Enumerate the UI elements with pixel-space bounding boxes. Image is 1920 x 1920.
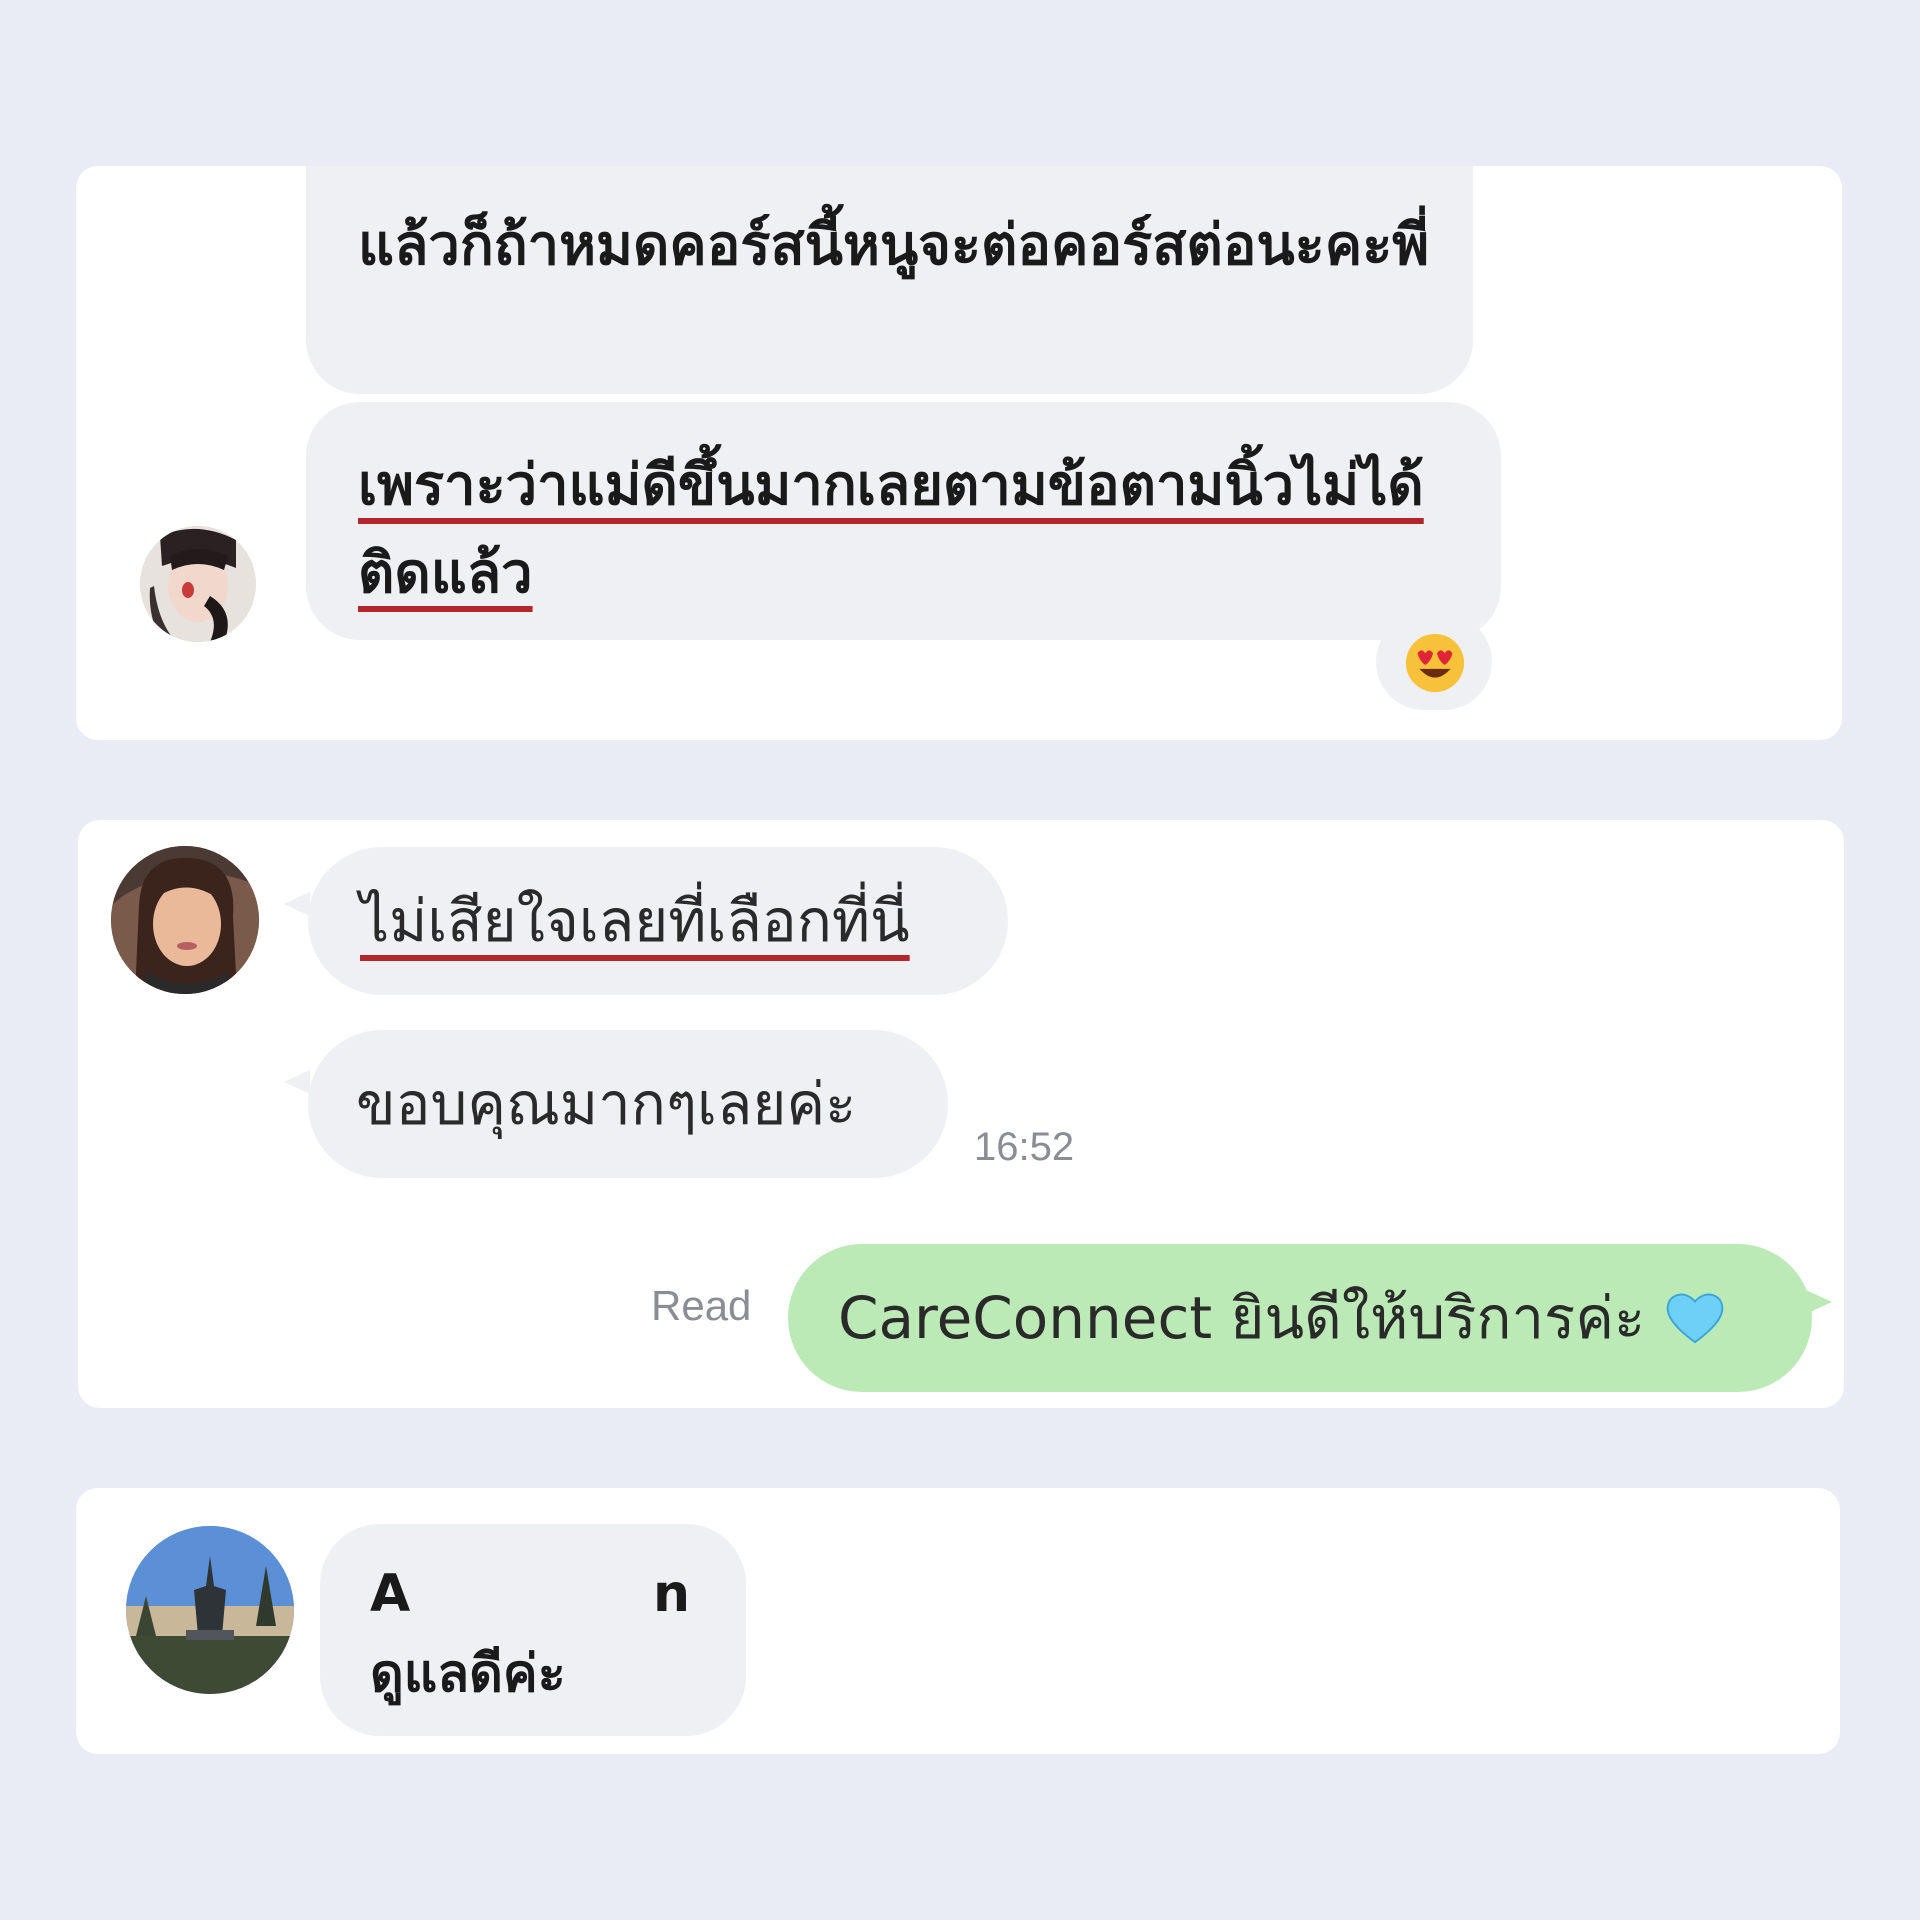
fountain-landscape-icon bbox=[126, 1526, 294, 1694]
message-bubble[interactable]: A n ดูแลดีค่ะ bbox=[320, 1524, 746, 1736]
reply-bubble[interactable]: CareConnect ยินดีให้บริการค่ะ bbox=[788, 1244, 1812, 1392]
sender-avatar[interactable] bbox=[111, 846, 259, 994]
reaction-badge[interactable] bbox=[1376, 614, 1492, 710]
bubble-tail bbox=[284, 1070, 310, 1094]
message-bubble-highlighted[interactable]: ไม่เสียใจเลยที่เลือกที่นี่ bbox=[308, 847, 1008, 995]
message-timestamp: 16:52 bbox=[974, 1125, 1075, 1169]
highlighted-message-text: เพราะว่าแม่ดีขึ้นมากเลยตามข้อตามนิ้วไม่ไ… bbox=[358, 453, 1424, 606]
message-bubble[interactable]: ขอบคุณมากๆเลยค่ะ bbox=[308, 1030, 948, 1178]
reply-bubble-tail bbox=[1806, 1290, 1832, 1314]
chat-screenshot-card-3: A n ดูแลดีค่ะ bbox=[76, 1488, 1840, 1754]
woman-portrait-icon bbox=[140, 526, 256, 642]
sender-avatar[interactable] bbox=[126, 1526, 294, 1694]
highlighted-message-text: ไม่เสียใจเลยที่เลือกที่นี่ bbox=[360, 887, 910, 955]
reply-text: CareConnect ยินดีให้บริการค่ะ bbox=[838, 1284, 1646, 1352]
message-text: ดูแลดีค่ะ bbox=[370, 1644, 566, 1704]
sender-avatar[interactable] bbox=[140, 526, 256, 642]
read-receipt: Read bbox=[651, 1282, 752, 1329]
message-text: แล้วก็ถ้าหมดคอร์สนี้หนูจะต่อคอร์สต่อนะคะ… bbox=[358, 213, 1430, 278]
message-bubble-highlighted[interactable]: เพราะว่าแม่ดีขึ้นมากเลยตามข้อตามนิ้วไม่ไ… bbox=[306, 402, 1501, 640]
sender-name-initial: A bbox=[370, 1564, 411, 1624]
chat-screenshot-card-1: แล้วก็ถ้าหมดคอร์สนี้หนูจะต่อคอร์สต่อนะคะ… bbox=[76, 166, 1842, 740]
sender-name: A n bbox=[370, 1554, 690, 1634]
light-blue-heart-icon bbox=[1666, 1293, 1723, 1344]
heart-eyes-emoji-icon bbox=[1405, 633, 1465, 693]
message-text: ขอบคุณมากๆเลยค่ะ bbox=[356, 1070, 857, 1138]
chat-screenshot-card-2: ไม่เสียใจเลยที่เลือกที่นี่ ขอบคุณมากๆเลย… bbox=[78, 820, 1844, 1408]
message-bubble[interactable]: แล้วก็ถ้าหมดคอร์สนี้หนูจะต่อคอร์สต่อนะคะ… bbox=[306, 166, 1473, 394]
woman-portrait-icon bbox=[111, 846, 259, 994]
bubble-tail bbox=[284, 892, 310, 916]
sender-name-last: n bbox=[652, 1564, 690, 1624]
